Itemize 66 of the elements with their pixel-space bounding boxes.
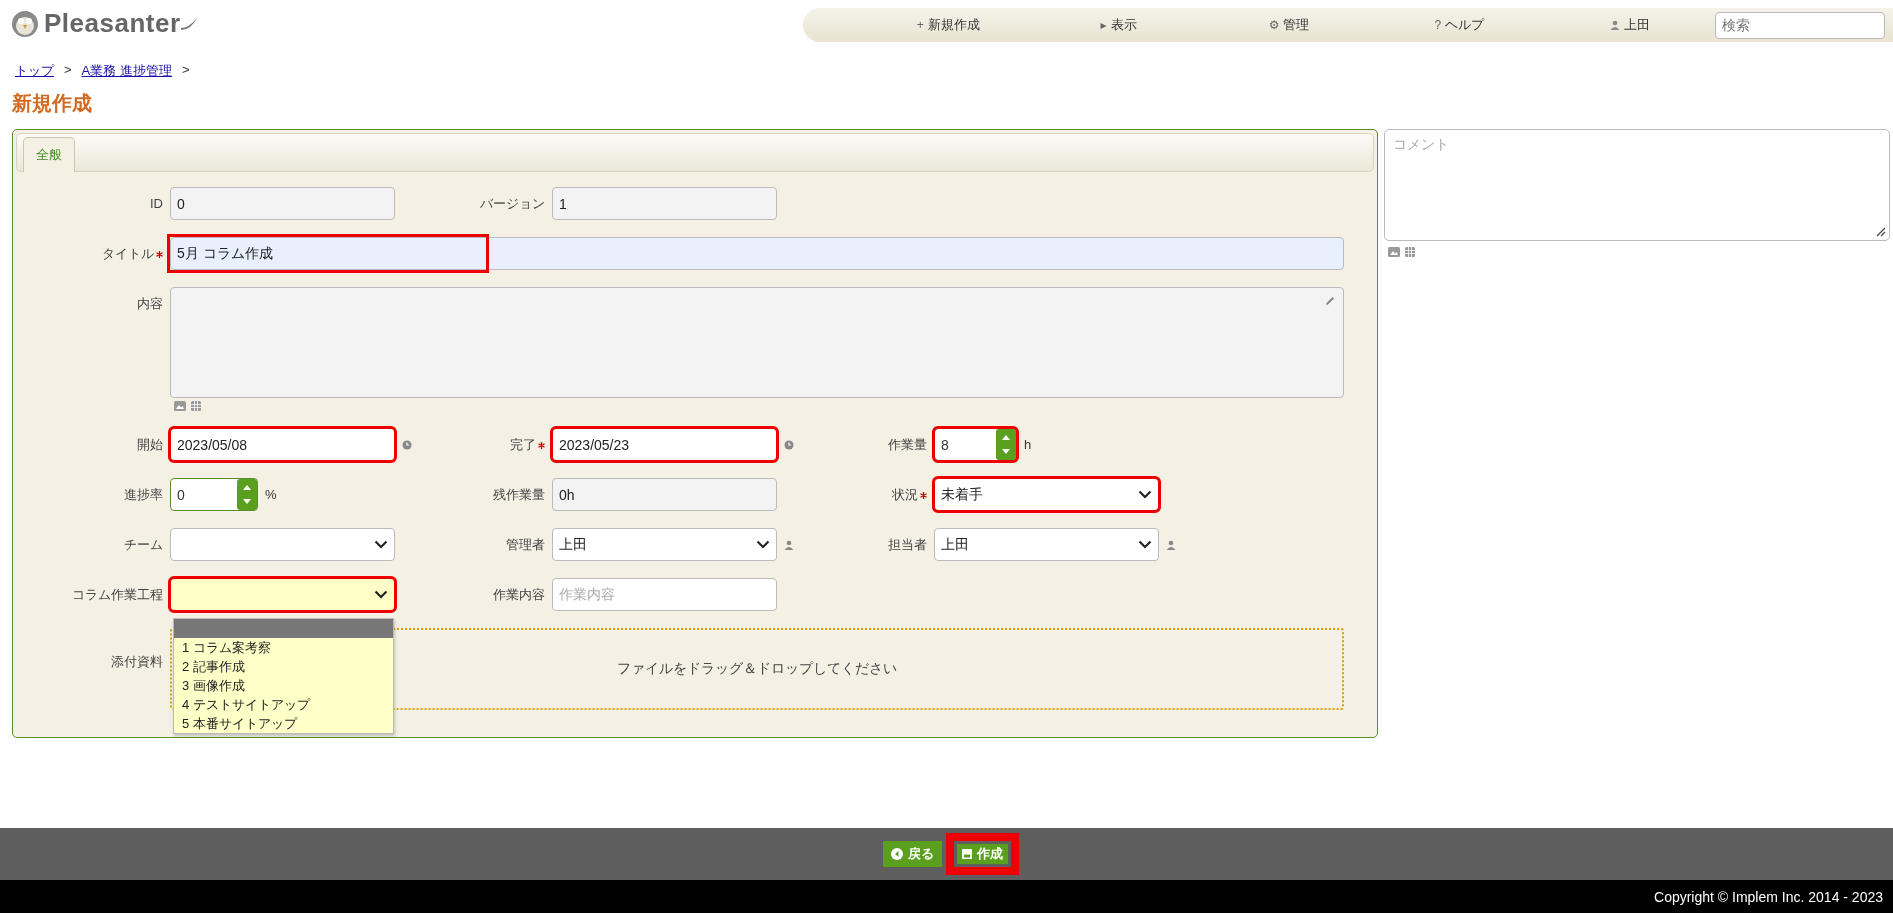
nav-menu-item[interactable]: ? ヘルプ (1374, 16, 1545, 34)
nav-menu-item[interactable]: ⚙ 管理 (1203, 16, 1375, 34)
search-field[interactable]: 検索 (1715, 11, 1886, 39)
dropdown[interactable] (170, 528, 395, 561)
date-field[interactable]: 2023/05/23 (552, 428, 777, 461)
table-icon[interactable] (1405, 247, 1415, 257)
field-label: 作業量 (888, 436, 927, 452)
field-label: 内容 (137, 296, 163, 311)
clock-icon (784, 439, 794, 450)
image-icon[interactable] (174, 401, 186, 411)
field-label: 残作業量 (493, 486, 545, 502)
save-icon (961, 849, 972, 859)
user-menu[interactable]: 上田 (1544, 16, 1716, 34)
resize-handle-icon (1876, 227, 1886, 237)
chevron-down-icon (1138, 540, 1152, 549)
logo-text: Pleasanter (44, 8, 181, 39)
image-icon[interactable] (1388, 247, 1400, 257)
field-label: コラム作業工程 (72, 586, 163, 602)
chevron-down-icon (374, 540, 388, 549)
dropdown-option[interactable]: 2 記事作成 (174, 657, 393, 676)
field-label: ID (150, 196, 163, 211)
chevron-down-icon (1138, 490, 1152, 499)
field-label: 完了 (510, 436, 536, 452)
person-icon (1609, 20, 1620, 30)
copyright-text: Copyright © Implem Inc. 2014 - 2023 (1654, 888, 1883, 905)
unit-label: % (265, 487, 277, 502)
text-field[interactable]: 5月 コラム作成 (170, 237, 1344, 270)
field-label: 開始 (137, 436, 163, 452)
breadcrumb-separator: > (64, 62, 72, 79)
dropdown[interactable]: 上田 (934, 528, 1159, 561)
number-field[interactable]: 0 (170, 478, 258, 511)
field-label: 作業内容 (493, 586, 545, 602)
field-label: タイトル (102, 246, 154, 261)
dropdown-option[interactable]: 5 本番サイトアップ (174, 714, 393, 733)
number-field[interactable]: 8 (934, 428, 1017, 461)
person-icon (1166, 539, 1176, 550)
field-label: バージョン (480, 195, 545, 211)
field-label: 状況 (892, 486, 918, 502)
breadcrumb-link[interactable]: トップ (15, 62, 54, 82)
page-title: 新規作成 (11, 91, 93, 116)
nav-menu-item[interactable]: ▸ 表示 (1033, 16, 1204, 34)
dropdown[interactable] (170, 578, 395, 611)
spinner-icon[interactable] (996, 429, 1016, 460)
person-icon (784, 539, 794, 550)
chevron-down-icon (756, 540, 770, 549)
spinner-icon[interactable] (237, 479, 257, 510)
dropdown-option[interactable]: 1 コラム案考察 (174, 638, 393, 657)
breadcrumb-separator: > (181, 62, 190, 79)
field-label: 進捗率 (124, 486, 163, 502)
breadcrumb-link[interactable]: A業務 進捗管理 (81, 62, 172, 82)
pencil-icon (1325, 296, 1335, 306)
dropdown-option[interactable]: 3 画像作成 (174, 676, 393, 695)
field-label: 担当者 (888, 536, 927, 552)
tab[interactable]: 全般 (23, 137, 75, 172)
nav-menu-item[interactable]: + 新規作成 (863, 16, 1034, 34)
clock-icon (402, 439, 412, 450)
bird-logo-icon (10, 8, 40, 39)
dropdown[interactable]: 上田 (552, 528, 777, 561)
dropdown[interactable]: 未着手 (934, 478, 1159, 511)
unit-label: h (1024, 437, 1032, 452)
field-label: 添付資料 (111, 654, 163, 669)
table-icon[interactable] (191, 401, 201, 411)
field-label: 管理者 (506, 536, 545, 552)
date-field[interactable]: 2023/05/08 (170, 428, 395, 461)
field-label: チーム (124, 536, 163, 552)
chevron-down-icon (374, 590, 388, 599)
